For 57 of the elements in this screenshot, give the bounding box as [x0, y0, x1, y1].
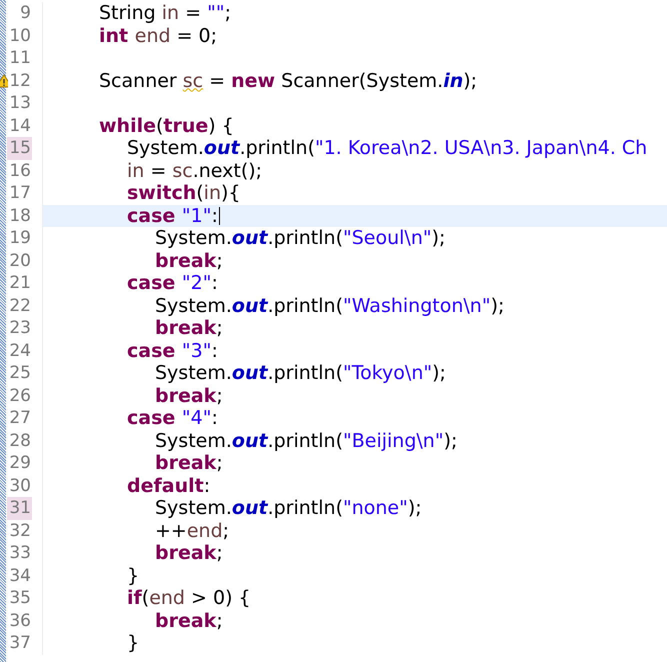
line-number: 18 — [8, 204, 32, 227]
line-number: 22 — [8, 294, 32, 317]
line-number: 29 — [8, 452, 32, 474]
code-line[interactable]: while(true) { — [99, 114, 234, 137]
code-line[interactable]: System.out.println("1. Korea\n2. USA\n3. Japan\n4. Ch — [127, 137, 648, 160]
code-line[interactable]: break; — [155, 452, 223, 474]
code-line[interactable]: String in = ""; — [99, 2, 231, 24]
code-line[interactable]: case "2": — [127, 272, 218, 294]
code-line[interactable]: break; — [155, 610, 223, 632]
line-number: 15 — [7, 137, 32, 160]
line-number: 17 — [8, 182, 32, 204]
code-line[interactable]: default: — [127, 474, 210, 497]
line-number: 33 — [8, 542, 32, 564]
line-number: 32 — [8, 520, 32, 542]
code-line[interactable]: if(end > 0) { — [127, 587, 251, 610]
code-line[interactable]: System.out.println("none"); — [155, 497, 422, 520]
code-line[interactable]: System.out.println("Seoul\n"); — [155, 227, 446, 250]
code-line[interactable]: switch(in){ — [127, 182, 241, 204]
line-number: 14 — [8, 114, 32, 137]
line-number: 26 — [8, 384, 32, 407]
line-number: 27 — [8, 407, 32, 430]
line-number: 10 — [8, 24, 32, 47]
line-number: 28 — [8, 430, 32, 452]
line-number: 9 — [19, 2, 32, 24]
code-line[interactable]: break; — [155, 542, 223, 564]
code-line[interactable]: ++end; — [155, 520, 230, 542]
line-number: 24 — [8, 340, 32, 362]
line-number: 21 — [8, 272, 32, 294]
code-line[interactable]: System.out.println("Beijing\n"); — [155, 430, 458, 452]
code-line[interactable]: case "4": — [127, 407, 218, 430]
code-line[interactable]: break; — [155, 384, 223, 407]
line-number: 34 — [8, 564, 32, 587]
line-number: 13 — [8, 92, 32, 114]
line-number: 16 — [8, 160, 32, 182]
code-line[interactable]: } — [127, 564, 140, 587]
code-line[interactable]: case "1": — [127, 204, 218, 227]
line-number: 23 — [8, 317, 32, 340]
line-number: 25 — [8, 362, 32, 384]
line-number: 37 — [8, 632, 32, 654]
code-line[interactable]: System.out.println("Tokyo\n"); — [155, 362, 446, 384]
code-line[interactable]: case "3": — [127, 340, 218, 362]
warning-icon[interactable] — [0, 74, 8, 88]
code-line[interactable]: in = sc.next(); — [127, 160, 262, 182]
code-line[interactable]: break; — [155, 250, 223, 272]
line-number: 11 — [8, 47, 32, 70]
line-number: 20 — [8, 250, 32, 272]
code-line[interactable]: break; — [155, 317, 223, 340]
code-line[interactable]: } — [127, 632, 140, 654]
code-line[interactable]: Scanner sc = new Scanner(System.in); — [99, 70, 478, 92]
line-number: 31 — [7, 497, 32, 520]
line-number: 19 — [8, 227, 32, 250]
line-number: 35 — [8, 587, 32, 610]
code-line[interactable]: System.out.println("Washington\n"); — [155, 294, 504, 317]
line-number: 36 — [8, 610, 32, 632]
line-number: 30 — [8, 474, 32, 497]
code-line[interactable]: int end = 0; — [99, 24, 218, 47]
line-number: 12 — [8, 70, 32, 92]
